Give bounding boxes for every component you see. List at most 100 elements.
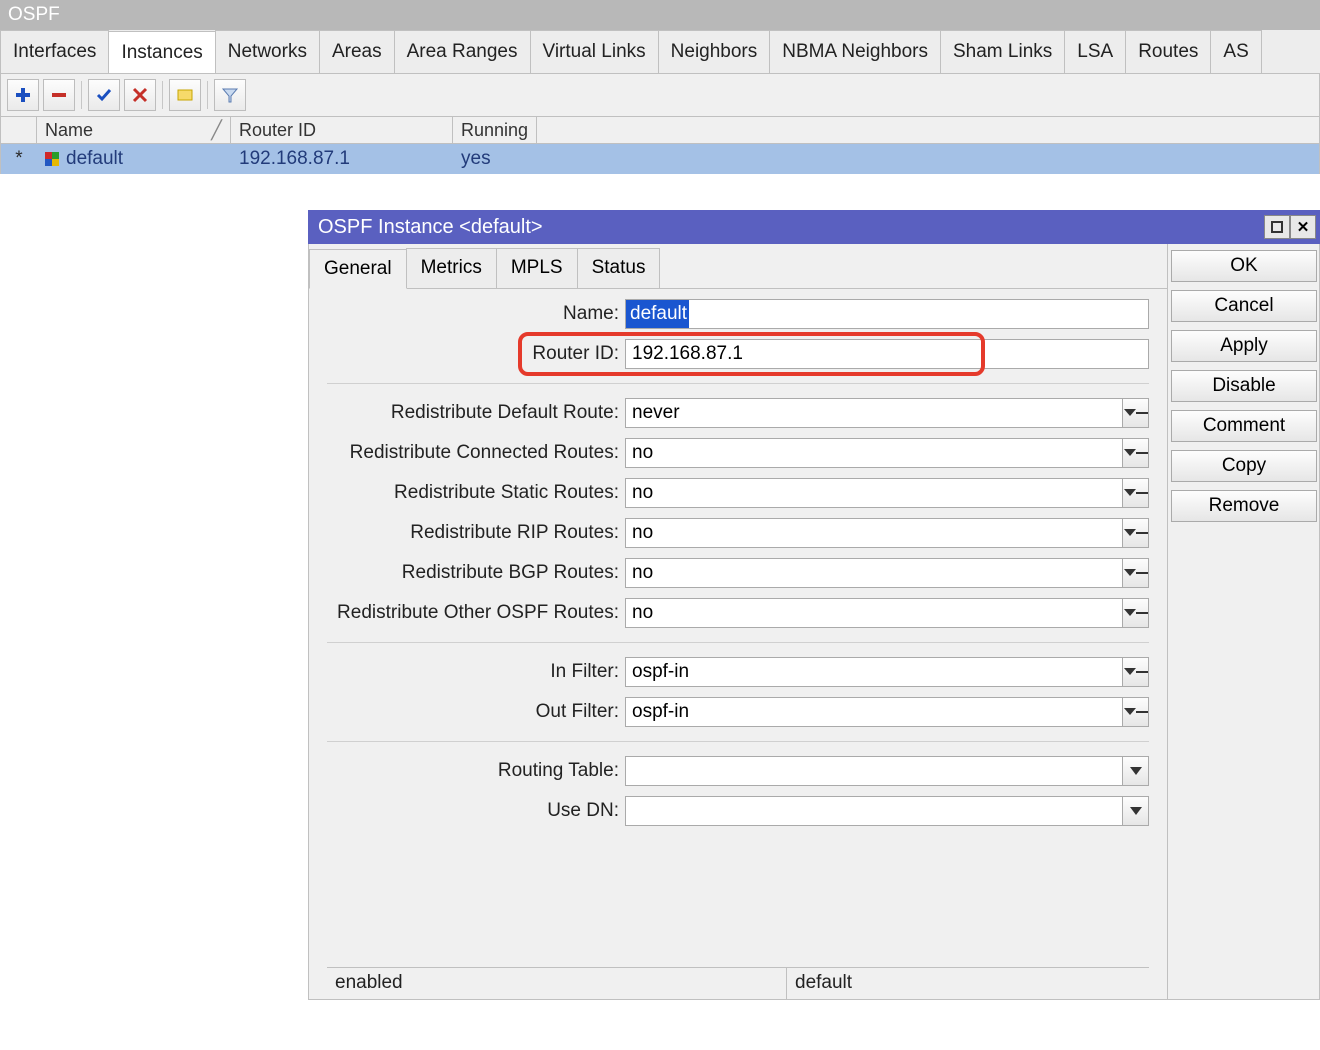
row-redist-static: Redistribute Static Routes: [327,478,1149,508]
grid-body: * default 192.168.87.1 yes [0,144,1320,174]
row-name-cell: default [37,144,231,174]
disable-button[interactable] [124,79,156,111]
dropdown-toggle-icon[interactable] [1123,697,1149,727]
dialog-button-panel: OK Cancel Apply Disable Comment Copy Rem… [1167,244,1319,999]
dropdown-toggle-icon[interactable] [1123,398,1149,428]
dropdown-toggle-icon[interactable] [1123,558,1149,588]
in-filter-combo[interactable] [625,657,1123,687]
add-button[interactable] [7,79,39,111]
dropdown-toggle-icon[interactable] [1123,478,1149,508]
grid-header-routerid[interactable]: Router ID [231,117,453,143]
grid-header-name[interactable]: Name╱ [37,117,231,143]
tab-virtual-links[interactable]: Virtual Links [530,30,659,73]
redist-connected-combo[interactable] [625,438,1123,468]
dialog-status-bar: enabled default [327,967,1149,999]
tab-areas[interactable]: Areas [319,30,395,73]
separator [327,741,1149,742]
dropdown-toggle-icon[interactable] [1123,657,1149,687]
toolbar-divider [207,81,208,109]
status-enabled: enabled [327,968,787,999]
cancel-button[interactable]: Cancel [1171,290,1317,322]
dropdown-toggle-icon[interactable] [1123,518,1149,548]
tab-as[interactable]: AS [1210,30,1261,73]
table-row[interactable]: * default 192.168.87.1 yes [1,144,1319,174]
remove-button[interactable]: Remove [1171,490,1317,522]
status-instance: default [787,968,1149,999]
tab-instances[interactable]: Instances [108,31,215,74]
use-dn-label: Use DN: [327,800,619,822]
row-running: yes [453,144,537,174]
redist-bgp-combo[interactable] [625,558,1123,588]
row-redist-rip: Redistribute RIP Routes: [327,518,1149,548]
ospf-instance-dialog: OSPF Instance <default> ✕ GeneralMetrics… [308,210,1320,1000]
filter-button[interactable] [214,79,246,111]
grid-header-fill [537,117,1319,143]
remove-button[interactable] [43,79,75,111]
name-input[interactable] [625,299,1149,329]
routerid-input[interactable] [625,339,1149,369]
row-routerid: Router ID: [327,339,1149,369]
dropdown-toggle-icon[interactable] [1123,796,1149,826]
grid-handle-col[interactable] [1,117,37,143]
disable-button[interactable]: Disable [1171,370,1317,402]
row-redist-connected: Redistribute Connected Routes: [327,438,1149,468]
enable-button[interactable] [88,79,120,111]
redist-other-ospf-label: Redistribute Other OSPF Routes: [327,602,619,624]
redist-connected-label: Redistribute Connected Routes: [327,442,619,464]
routing-table-label: Routing Table: [327,760,619,782]
out-filter-label: Out Filter: [327,701,619,723]
dialog-tab-status[interactable]: Status [577,248,661,288]
row-redist-default: Redistribute Default Route: [327,398,1149,428]
redist-rip-label: Redistribute RIP Routes: [327,522,619,544]
redist-static-label: Redistribute Static Routes: [327,482,619,504]
dialog-tabs: GeneralMetricsMPLSStatus [309,244,1167,289]
tab-neighbors[interactable]: Neighbors [658,30,771,73]
comment-button[interactable] [169,79,201,111]
row-flag: * [1,144,37,174]
dialog-tab-mpls[interactable]: MPLS [496,248,578,288]
dropdown-toggle-icon[interactable] [1123,438,1149,468]
row-routing-table: Routing Table: [327,756,1149,786]
row-redist-bgp: Redistribute BGP Routes: [327,558,1149,588]
tab-area-ranges[interactable]: Area Ranges [394,30,531,73]
dialog-title-bar[interactable]: OSPF Instance <default> ✕ [308,210,1320,244]
routing-table-combo[interactable] [625,756,1123,786]
separator [327,383,1149,384]
apply-button[interactable]: Apply [1171,330,1317,362]
tab-routes[interactable]: Routes [1125,30,1211,73]
close-button[interactable]: ✕ [1290,215,1316,239]
dialog-tab-metrics[interactable]: Metrics [406,248,497,288]
grid-header-running[interactable]: Running [453,117,537,143]
dropdown-toggle-icon[interactable] [1123,756,1149,786]
redist-bgp-label: Redistribute BGP Routes: [327,562,619,584]
comment-button[interactable]: Comment [1171,410,1317,442]
dialog-tab-general[interactable]: General [309,249,407,289]
dropdown-toggle-icon[interactable] [1123,598,1149,628]
row-out-filter: Out Filter: [327,697,1149,727]
out-filter-combo[interactable] [625,697,1123,727]
redist-static-combo[interactable] [625,478,1123,508]
dialog-title: OSPF Instance <default> [318,216,543,239]
row-routerid: 192.168.87.1 [231,144,453,174]
name-label: Name: [327,303,619,325]
col-name-label: Name [45,120,93,141]
maximize-button[interactable] [1264,215,1290,239]
grid-header: Name╱ Router ID Running [0,116,1320,144]
copy-button[interactable]: Copy [1171,450,1317,482]
ok-button[interactable]: OK [1171,250,1317,282]
toolbar-divider [162,81,163,109]
tab-interfaces[interactable]: Interfaces [0,30,109,73]
use-dn-combo[interactable] [625,796,1123,826]
main-tabs: InterfacesInstancesNetworksAreasArea Ran… [0,30,1320,74]
redist-rip-combo[interactable] [625,518,1123,548]
tab-lsa[interactable]: LSA [1064,30,1126,73]
tab-networks[interactable]: Networks [215,30,320,73]
tab-nbma-neighbors[interactable]: NBMA Neighbors [769,30,941,73]
row-redist-other-ospf: Redistribute Other OSPF Routes: [327,598,1149,628]
redist-default-combo[interactable] [625,398,1123,428]
redist-other-ospf-combo[interactable] [625,598,1123,628]
row-use-dn: Use DN: [327,796,1149,826]
tab-sham-links[interactable]: Sham Links [940,30,1065,73]
in-filter-label: In Filter: [327,661,619,683]
row-name: Name: [327,299,1149,329]
